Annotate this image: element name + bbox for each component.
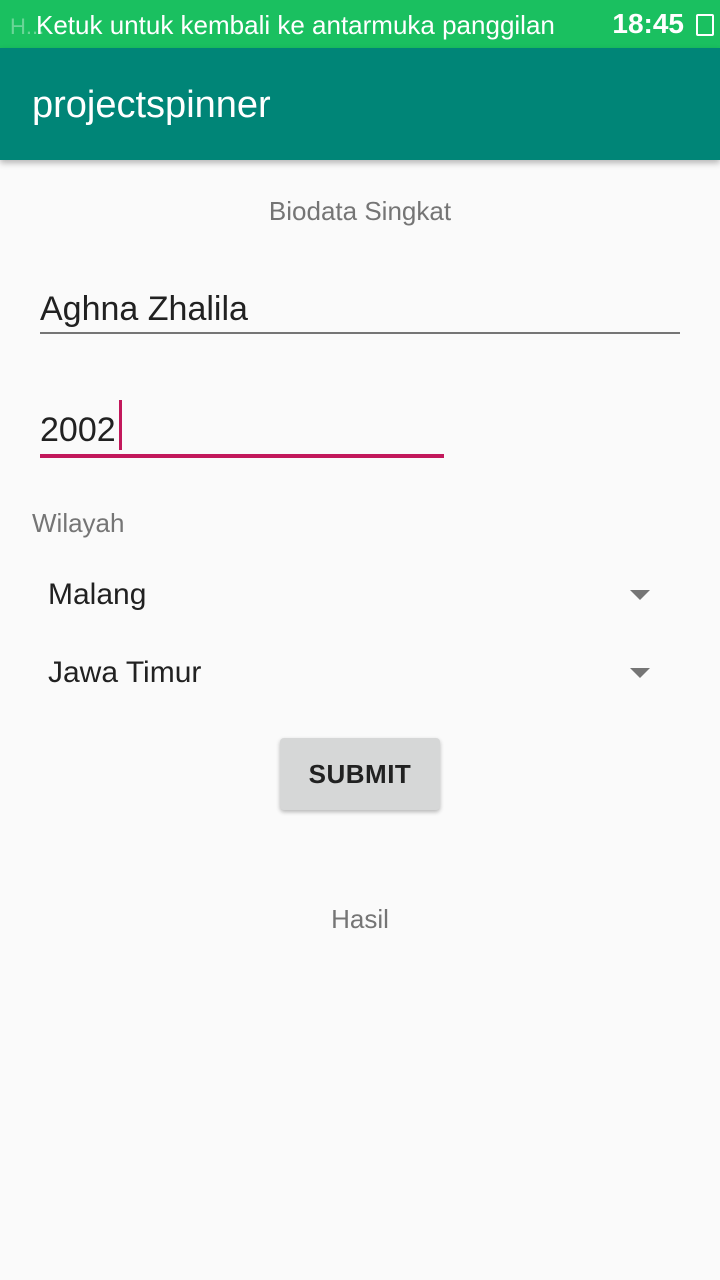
dropdown-arrow-icon <box>630 590 650 600</box>
call-return-notification[interactable]: Ketuk untuk kembali ke antarmuka panggil… <box>36 10 555 41</box>
city-spinner[interactable]: Malang <box>32 564 672 628</box>
text-cursor <box>119 400 122 450</box>
submit-button[interactable]: SUBMIT <box>280 738 440 810</box>
name-input[interactable] <box>40 286 680 334</box>
province-spinner-value: Jawa Timur <box>48 656 202 689</box>
status-bar[interactable]: H... Ketuk untuk kembali ke antarmuka pa… <box>0 0 720 48</box>
region-label: Wilayah <box>32 508 125 538</box>
province-spinner[interactable]: Jawa Timur <box>32 642 672 706</box>
status-time: 18:45 <box>612 8 684 39</box>
dropdown-arrow-icon <box>630 668 650 678</box>
app-title: projectspinner <box>32 84 271 126</box>
app-bar: projectspinner <box>0 48 720 160</box>
city-spinner-value: Malang <box>48 578 147 611</box>
form-heading: Biodata Singkat <box>268 196 452 226</box>
result-text: Hasil <box>331 904 389 934</box>
battery-icon <box>696 14 714 36</box>
year-input[interactable] <box>40 406 444 458</box>
